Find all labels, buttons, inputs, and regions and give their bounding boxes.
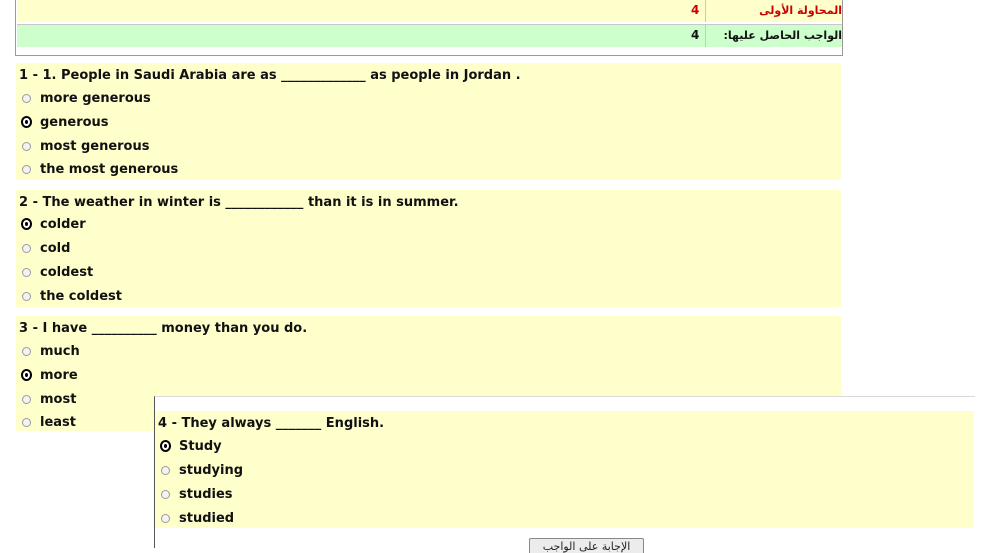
radio-button[interactable] xyxy=(22,267,31,277)
radio-button[interactable] xyxy=(22,93,31,103)
radio-button[interactable] xyxy=(22,164,31,174)
radio-button-selected[interactable] xyxy=(160,440,171,452)
radio-button[interactable] xyxy=(161,489,170,499)
question-4: 4 - They always _______ English. Study s… xyxy=(155,411,974,528)
radio-button[interactable] xyxy=(22,291,31,301)
option-label[interactable]: Study xyxy=(179,439,222,454)
submit-button[interactable]: الإجابة على الواجب xyxy=(529,538,644,553)
question-1: 1 - 1. People in Saudi Arabia are as ___… xyxy=(16,63,841,180)
radio-button[interactable] xyxy=(22,243,31,253)
option-label[interactable]: most generous xyxy=(40,139,149,154)
option-label[interactable]: studies xyxy=(179,487,233,502)
radio-button[interactable] xyxy=(22,394,31,404)
option-label[interactable]: more generous xyxy=(40,91,151,106)
question-text: 1 - 1. People in Saudi Arabia are as ___… xyxy=(19,68,521,83)
score-value: 4 xyxy=(691,28,700,42)
option-label[interactable]: the most generous xyxy=(40,162,178,177)
question-text: 3 - I have __________ money than you do. xyxy=(19,321,308,336)
option-label[interactable]: cold xyxy=(40,241,70,256)
score-row: 4 الواجب الحاصل عليها: xyxy=(17,24,842,47)
attempt-row: 4 المحاولة الأولى xyxy=(17,0,842,22)
radio-button[interactable] xyxy=(161,513,170,523)
option-label[interactable]: more xyxy=(40,368,78,383)
option-label[interactable]: coldest xyxy=(40,265,93,280)
column-divider xyxy=(705,25,706,47)
option-label[interactable]: the coldest xyxy=(40,289,122,304)
radio-button-selected[interactable] xyxy=(21,369,32,381)
attempt-value: 4 xyxy=(691,3,700,17)
attempt-label: المحاولة الأولى xyxy=(759,4,842,17)
radio-button[interactable] xyxy=(22,417,31,427)
column-divider xyxy=(705,0,706,22)
option-label[interactable]: most xyxy=(40,392,76,407)
option-label[interactable]: studied xyxy=(179,511,234,526)
option-label[interactable]: least xyxy=(40,415,76,430)
radio-button[interactable] xyxy=(161,465,170,475)
radio-button-selected[interactable] xyxy=(21,218,32,230)
results-table: 4 المحاولة الأولى 4 الواجب الحاصل عليها: xyxy=(15,0,843,56)
option-label[interactable]: generous xyxy=(40,115,109,130)
option-label[interactable]: much xyxy=(40,344,80,359)
radio-button-selected[interactable] xyxy=(21,116,32,128)
radio-button[interactable] xyxy=(22,346,31,356)
question-text: 2 - The weather in winter is ___________… xyxy=(19,195,459,210)
score-label: الواجب الحاصل عليها: xyxy=(723,29,843,42)
option-label[interactable]: studying xyxy=(179,463,243,478)
question-2: 2 - The weather in winter is ___________… xyxy=(16,190,841,307)
radio-button[interactable] xyxy=(22,141,31,151)
option-label[interactable]: colder xyxy=(40,217,86,232)
overlay-panel: 4 - They always _______ English. Study s… xyxy=(154,396,975,553)
question-text: 4 - They always _______ English. xyxy=(158,416,385,431)
